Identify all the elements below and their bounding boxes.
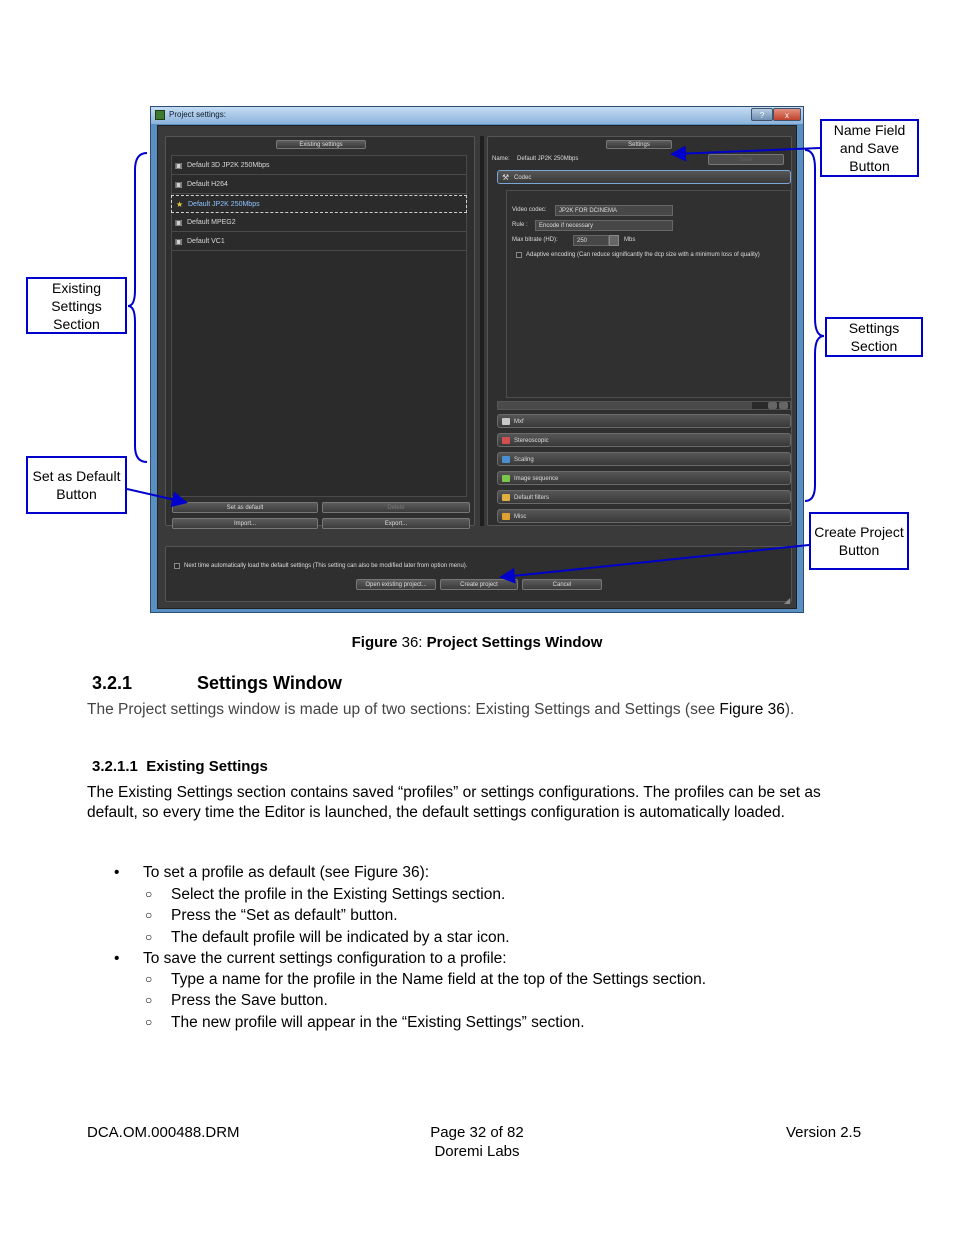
intro-paragraph: The Project settings window is made up o… <box>87 701 795 718</box>
subsection-heading: 3.2.1.1 Existing Settings <box>92 758 268 775</box>
figure-reference-link[interactable]: Figure 36 <box>719 701 784 718</box>
settings-section-brace <box>804 149 825 502</box>
footer-version: Version 2.5 <box>786 1124 862 1141</box>
set-default-arrow <box>126 488 188 508</box>
existing-settings-brace <box>127 152 148 463</box>
existing-settings-paragraph: The Existing Settings section contains s… <box>87 784 821 821</box>
figure-caption: Figure 36: Project Settings Window <box>351 634 603 651</box>
section-heading: 3.2.1 Settings Window <box>92 673 342 693</box>
name-field-arrow <box>670 145 821 162</box>
footer-document-id: DCA.OM.000488.DRM <box>87 1124 240 1141</box>
callout-arrows <box>126 145 825 584</box>
create-project-arrow <box>499 544 810 584</box>
footer-page-info: Page 32 of 82 Doremi Labs <box>430 1124 524 1160</box>
